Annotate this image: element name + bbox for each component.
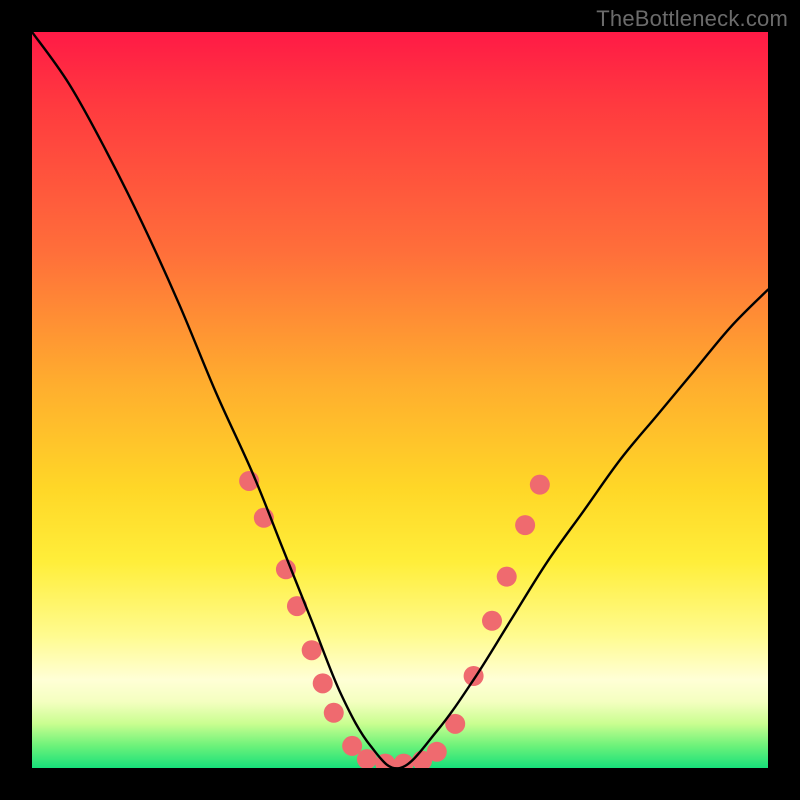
watermark-text: TheBottleneck.com — [596, 6, 788, 32]
marker-dot — [324, 703, 344, 723]
marker-dot — [313, 673, 333, 693]
marker-dot — [515, 515, 535, 535]
marker-dot — [302, 640, 322, 660]
curve-layer — [32, 32, 768, 768]
marker-dot — [427, 742, 447, 762]
marker-dot — [530, 475, 550, 495]
bottleneck-curve — [32, 32, 768, 768]
marker-dots-group — [239, 471, 550, 768]
chart-stage: TheBottleneck.com — [0, 0, 800, 800]
marker-dot — [482, 611, 502, 631]
marker-dot — [497, 567, 517, 587]
plot-area — [32, 32, 768, 768]
